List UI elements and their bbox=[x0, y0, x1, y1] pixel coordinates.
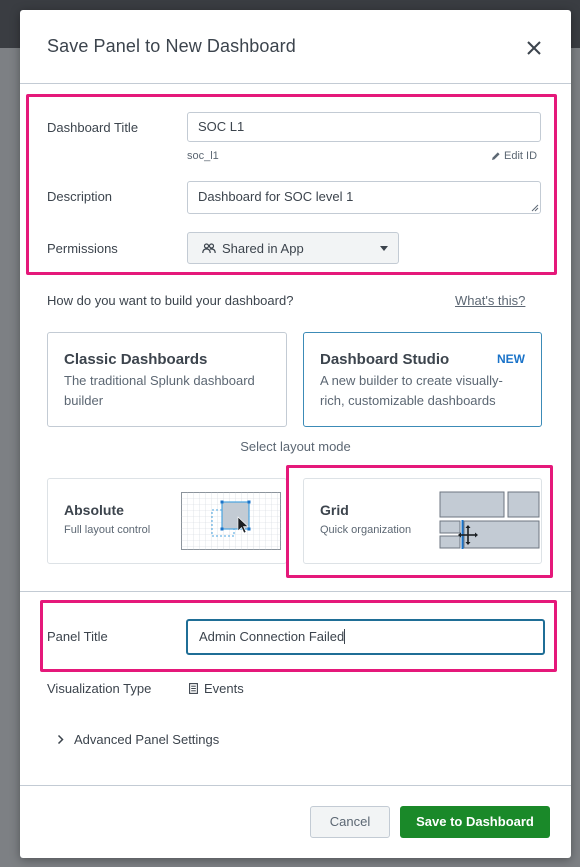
option-description: A new builder to create visually-rich, c… bbox=[320, 373, 503, 408]
description-textarea[interactable]: Dashboard for SOC level 1 bbox=[187, 181, 541, 214]
edit-id-link[interactable]: Edit ID bbox=[491, 150, 537, 162]
grid-layout-icon bbox=[439, 491, 540, 549]
chevron-down-icon bbox=[380, 245, 388, 251]
viz-type-value: Events bbox=[189, 681, 244, 696]
advanced-panel-settings-label: Advanced Panel Settings bbox=[74, 732, 220, 747]
dialog-header: Save Panel to New Dashboard bbox=[20, 10, 571, 84]
layout-title: Grid bbox=[320, 502, 349, 518]
dashboard-studio-option[interactable]: Dashboard Studio NEW A new builder to cr… bbox=[303, 332, 542, 427]
close-button[interactable] bbox=[523, 37, 545, 59]
section-divider bbox=[20, 591, 571, 592]
chevron-right-icon bbox=[57, 734, 64, 745]
option-title: Dashboard Studio bbox=[320, 351, 450, 368]
resize-grip-icon[interactable] bbox=[531, 204, 539, 212]
viz-type-text: Events bbox=[204, 681, 244, 696]
events-icon bbox=[189, 683, 198, 694]
description-text: Dashboard for SOC level 1 bbox=[198, 189, 354, 204]
cancel-button[interactable]: Cancel bbox=[310, 806, 390, 838]
dialog-title: Save Panel to New Dashboard bbox=[47, 36, 296, 56]
builder-question: How do you want to build your dashboard? bbox=[47, 293, 294, 308]
layout-grid-option[interactable]: Grid Quick organization bbox=[303, 478, 542, 564]
edit-id-label: Edit ID bbox=[504, 150, 538, 162]
dashboard-title-input[interactable]: SOC L1 bbox=[187, 112, 541, 142]
text-cursor bbox=[344, 629, 346, 644]
save-panel-dialog: Save Panel to New Dashboard Dashboard Ti… bbox=[20, 10, 571, 858]
panel-title-text: Admin Connection Failed bbox=[199, 629, 345, 644]
dashboard-id: soc_l1 bbox=[187, 150, 219, 162]
new-badge: NEW bbox=[497, 352, 525, 366]
layout-mode-label: Select layout mode bbox=[240, 439, 351, 454]
classic-dashboards-option[interactable]: Classic Dashboards The traditional Splun… bbox=[47, 332, 287, 427]
absolute-layout-icon bbox=[181, 492, 281, 550]
viz-type-label: Visualization Type bbox=[47, 681, 152, 696]
layout-title: Absolute bbox=[64, 502, 124, 518]
save-to-dashboard-button[interactable]: Save to Dashboard bbox=[400, 806, 550, 838]
layout-subtitle: Full layout control bbox=[64, 524, 151, 536]
option-title: Classic Dashboards bbox=[64, 351, 208, 368]
permissions-label: Permissions bbox=[47, 241, 118, 256]
dashboard-title-label: Dashboard Title bbox=[47, 120, 139, 135]
layout-subtitle: Quick organization bbox=[320, 524, 412, 536]
permissions-select[interactable]: Shared in App bbox=[187, 232, 399, 264]
users-icon bbox=[202, 242, 216, 253]
permissions-value: Shared in App bbox=[222, 240, 304, 256]
close-icon bbox=[527, 41, 541, 55]
panel-title-input[interactable]: Admin Connection Failed bbox=[186, 619, 545, 655]
panel-title-label: Panel Title bbox=[47, 629, 108, 644]
description-label: Description bbox=[47, 189, 113, 204]
whats-this-link[interactable]: What's this? bbox=[455, 293, 525, 308]
advanced-panel-settings-toggle[interactable]: Advanced Panel Settings bbox=[57, 732, 219, 747]
pencil-icon bbox=[492, 152, 500, 160]
option-description: The traditional Splunk dashboard builder bbox=[64, 373, 255, 408]
layout-absolute-option[interactable]: Absolute Full layout control bbox=[47, 478, 287, 564]
